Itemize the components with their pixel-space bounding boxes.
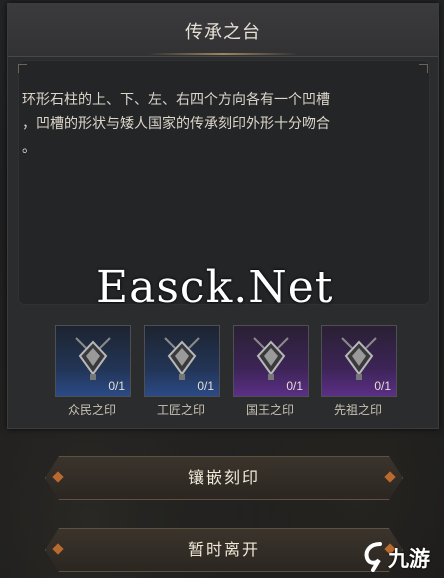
seal-emblem-icon: [253, 337, 289, 380]
seal-emblem-icon: [75, 337, 111, 380]
seal-label: 国王之印: [245, 403, 294, 417]
seal-label: 众民之印: [67, 403, 116, 417]
description-line: ，凹槽的形状与矮人国家的传承刻印外形十分吻合: [22, 116, 330, 132]
seal-emblem-icon: [164, 337, 200, 380]
jiuyou-logo: 九游: [362, 540, 442, 574]
description-line: 环形石柱的上、下、左、右四个方向各有一个凹槽: [22, 92, 330, 108]
dialog-title: 传承之台: [185, 22, 261, 43]
seal-count: 0/1: [108, 379, 125, 393]
title-underline: [148, 53, 298, 55]
watermark-text: Easck.Net: [96, 262, 334, 313]
seal-count: 0/1: [197, 379, 214, 393]
seal-frame[interactable]: 0/1: [55, 325, 131, 397]
seal-frame[interactable]: 0/1: [144, 325, 220, 397]
seal-count: 0/1: [286, 379, 303, 393]
inlay-seal-button[interactable]: 镶嵌刻印: [45, 456, 403, 500]
leave-button-label: 暂时离开: [187, 540, 260, 559]
panel-corner-ornament: [419, 64, 428, 73]
inlay-seal-button-label: 镶嵌刻印: [187, 468, 260, 487]
panel-corner-ornament: [18, 64, 27, 73]
description-text: 环形石柱的上、下、左、右四个方向各有一个凹槽 ，凹槽的形状与矮人国家的传承刻印外…: [22, 88, 402, 160]
seal-emblem-icon: [341, 337, 377, 380]
seal-count: 0/1: [374, 379, 391, 393]
dialog-header: 传承之台: [8, 4, 438, 57]
logo-text: 九游: [388, 547, 430, 571]
leave-button[interactable]: 暂时离开: [45, 528, 403, 572]
jiuyou-logo-icon: [364, 542, 382, 572]
seal-label: 工匠之印: [156, 403, 205, 417]
seal-label: 先祖之印: [333, 403, 382, 417]
description-line: 。: [22, 140, 36, 156]
seal-frame[interactable]: 0/1: [233, 325, 309, 397]
seal-frame[interactable]: 0/1: [321, 325, 397, 397]
